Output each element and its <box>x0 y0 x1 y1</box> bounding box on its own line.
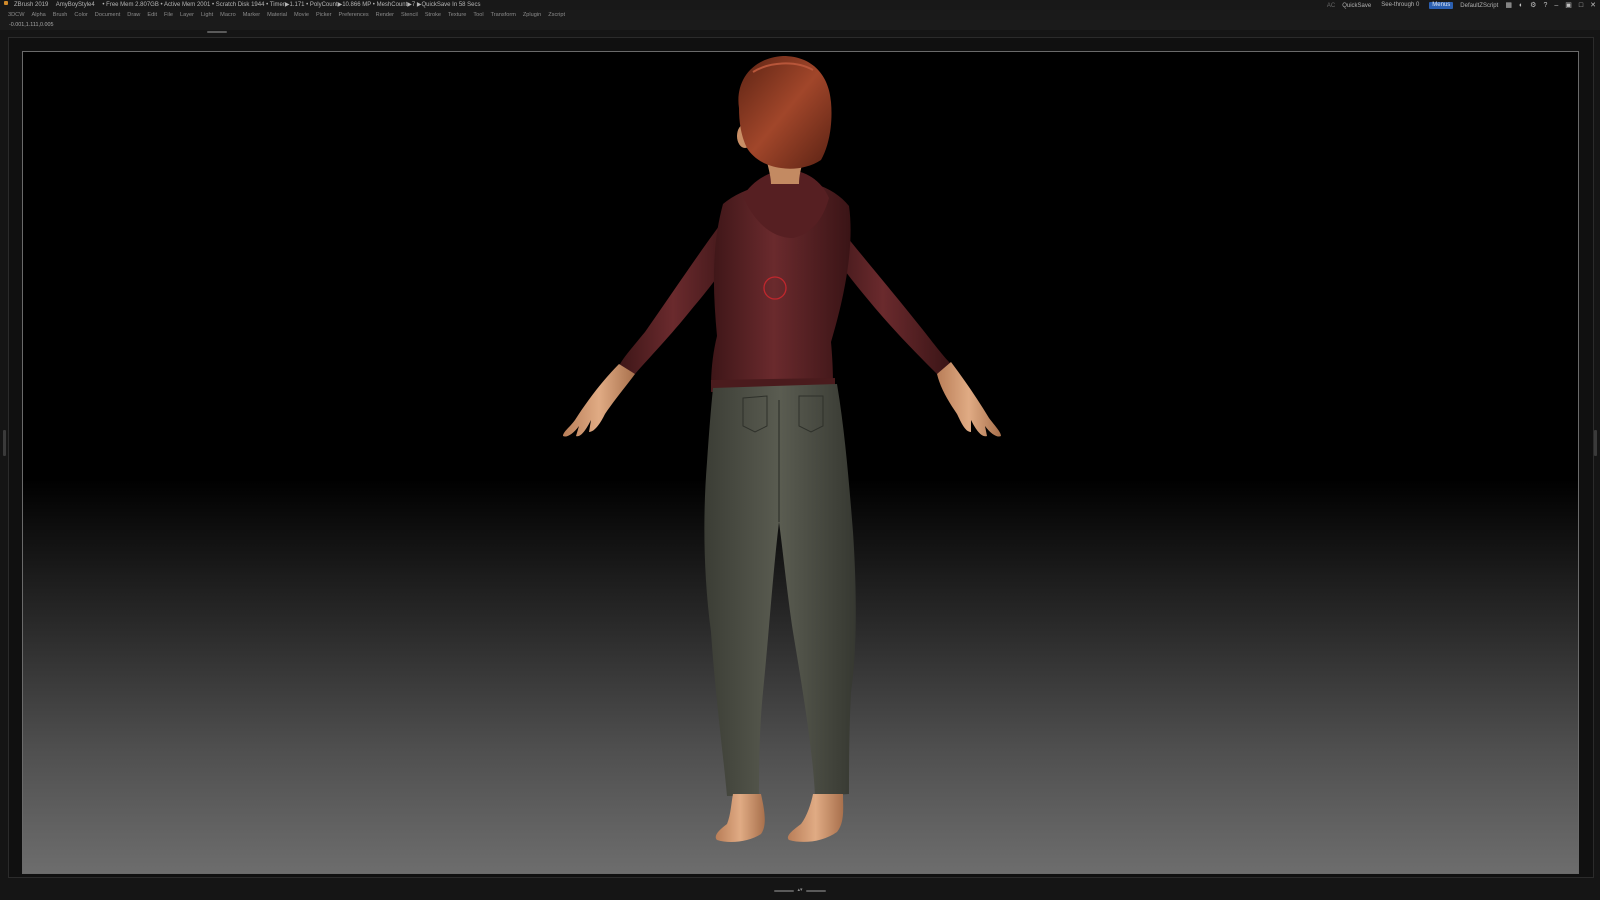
menu-marker[interactable]: Marker <box>243 10 260 20</box>
expand-arrows-icon: ▴▾ <box>797 887 803 893</box>
menu-stroke[interactable]: Stroke <box>425 10 441 20</box>
title-bar: ZBrush 2019 AmyBoyStyle4 • Free Mem 2.80… <box>0 0 1600 11</box>
see-through-value: 0 <box>1415 2 1420 8</box>
character-model[interactable] <box>23 52 1579 874</box>
head <box>737 56 832 184</box>
main-menu-bar: 3DCW Alpha Brush Color Document Draw Edi… <box>0 10 1600 20</box>
menu-color[interactable]: Color <box>74 10 87 20</box>
menu-zplugin[interactable]: Zplugin <box>523 10 541 20</box>
maximize-icon[interactable]: □ <box>1579 1 1583 11</box>
see-through-label: See-through <box>1381 2 1415 8</box>
menu-document[interactable]: Document <box>95 10 121 20</box>
close-icon[interactable]: ✕ <box>1590 1 1596 11</box>
cursor-coordinates: -0.001,1.111,0.005 <box>9 22 54 28</box>
menu-material[interactable]: Material <box>267 10 287 20</box>
menu-preferences[interactable]: Preferences <box>338 10 368 20</box>
ac-label: AC <box>1326 2 1336 9</box>
menu-alpha[interactable]: Alpha <box>31 10 45 20</box>
menu-macro[interactable]: Macro <box>220 10 236 20</box>
bottom-handle-bar-left <box>774 889 794 892</box>
default-script-button[interactable]: DefaultZScript <box>1460 1 1498 11</box>
document-viewport[interactable] <box>22 51 1579 874</box>
info-row: -0.001,1.111,0.005 <box>0 20 1600 30</box>
lock-icon[interactable]: ▣ <box>1565 1 1572 11</box>
settings-icon[interactable]: ⚙ <box>1530 1 1536 11</box>
bottom-tray-handle[interactable]: ▴▾ <box>774 887 826 893</box>
right-arm <box>827 214 1001 437</box>
menu-render[interactable]: Render <box>376 10 394 20</box>
menu-3dcw[interactable]: 3DCW <box>8 10 24 20</box>
top-shelf-handle[interactable] <box>207 31 227 33</box>
zbrush-logo-icon <box>4 1 8 5</box>
zbrush-window: ZBrush 2019 AmyBoyStyle4 • Free Mem 2.80… <box>0 0 1600 900</box>
menu-transform[interactable]: Transform <box>491 10 516 20</box>
layout-icon[interactable]: ▦ <box>1505 1 1512 11</box>
right-tray-handle[interactable] <box>1594 430 1597 456</box>
bottom-handle-bar-right <box>806 889 826 892</box>
menu-brush[interactable]: Brush <box>53 10 68 20</box>
menu-file[interactable]: File <box>164 10 173 20</box>
menu-light[interactable]: Light <box>201 10 213 20</box>
menus-toggle-button[interactable]: Menus <box>1429 2 1454 9</box>
pants <box>704 384 856 796</box>
title-info: ZBrush 2019 AmyBoyStyle4 • Free Mem 2.80… <box>4 0 487 10</box>
left-tray-handle[interactable] <box>3 430 6 456</box>
menu-picker[interactable]: Picker <box>316 10 332 20</box>
minimize-icon[interactable]: – <box>1554 1 1558 11</box>
menu-zscript[interactable]: Zscript <box>548 10 565 20</box>
color-swatch-icon[interactable]: ◐ <box>1519 1 1523 11</box>
feet <box>715 794 844 842</box>
app-name: ZBrush 2019 <box>14 2 49 8</box>
memory-stats: • Free Mem 2.807GB • Active Mem 2001 • S… <box>102 2 481 8</box>
menu-movie[interactable]: Movie <box>294 10 309 20</box>
menu-layer[interactable]: Layer <box>180 10 194 20</box>
menu-edit[interactable]: Edit <box>147 10 157 20</box>
hoodie <box>711 170 851 392</box>
menu-stencil[interactable]: Stencil <box>401 10 418 20</box>
menu-tool[interactable]: Tool <box>473 10 483 20</box>
menu-texture[interactable]: Texture <box>448 10 466 20</box>
quicksave-button[interactable]: QuickSave <box>1342 1 1371 11</box>
document-name: AmyBoyStyle4 <box>55 2 95 8</box>
menu-draw[interactable]: Draw <box>127 10 140 20</box>
help-icon[interactable]: ? <box>1543 1 1547 11</box>
